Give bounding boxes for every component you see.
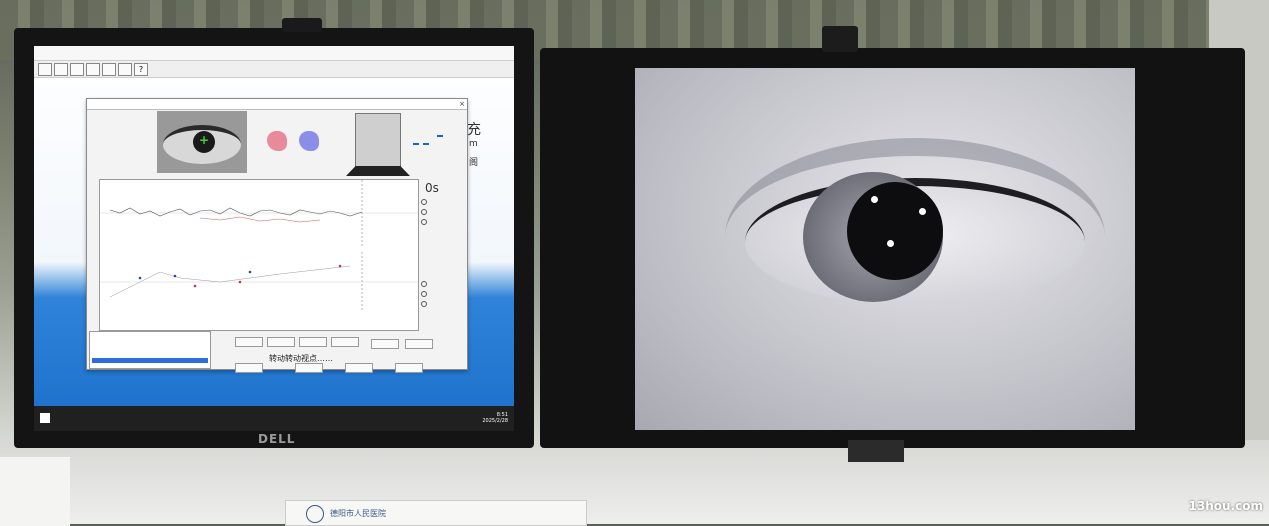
monitor-logo: DELL (258, 432, 296, 446)
reflection-glint (871, 196, 878, 203)
data-point (193, 284, 197, 288)
level-indicators (409, 113, 459, 175)
desk-card-text: 德阳市人民医院 (330, 509, 386, 518)
radio-option[interactable] (421, 209, 429, 215)
ear-left-icon (267, 131, 287, 151)
desk-surface (0, 440, 1269, 524)
reflection-glint (887, 240, 894, 247)
control-button[interactable] (235, 363, 263, 373)
test-dialog: × + 充 m 阁 0s 转动转动视点…… (86, 98, 481, 373)
ear-right-icon (299, 131, 319, 151)
pupil (847, 182, 943, 280)
paper-stack (0, 455, 70, 526)
charts (99, 179, 419, 331)
indicator-bar (413, 143, 419, 145)
radio-option[interactable] (421, 219, 429, 225)
left-monitor: ? × + 充 m 阁 0s 转动转动视点…… 8:51 2025/2/28 D… (14, 18, 534, 448)
control-button[interactable] (405, 339, 433, 349)
control-button[interactable] (345, 363, 373, 373)
selected-row[interactable] (92, 358, 208, 363)
radio-option[interactable] (421, 301, 429, 307)
test-list[interactable] (89, 331, 211, 369)
data-point (138, 276, 142, 280)
control-button[interactable] (299, 337, 327, 347)
reflection-glint (919, 208, 926, 215)
device-base (346, 166, 410, 176)
radio-option[interactable] (421, 281, 429, 287)
dialog-titlebar: × (87, 99, 467, 110)
data-point (238, 280, 242, 284)
side-char: 充 (467, 122, 481, 138)
device-illustration (346, 113, 410, 176)
toolbar-button[interactable] (102, 63, 116, 76)
waveform-line-2 (199, 216, 321, 223)
radio-option[interactable] (421, 199, 429, 205)
toolbar-button[interactable] (38, 63, 52, 76)
trend-line (109, 265, 351, 298)
control-button[interactable] (395, 363, 423, 373)
control-button[interactable] (371, 339, 399, 349)
app-toolbar: ? (34, 61, 514, 78)
right-webcam (822, 26, 858, 52)
control-button[interactable] (331, 337, 359, 347)
side-char-3: 阁 (469, 158, 479, 168)
data-point (173, 274, 177, 278)
eye-camera-preview: + (157, 111, 247, 173)
toolbar-button[interactable] (86, 63, 100, 76)
toolbar-button[interactable] (70, 63, 84, 76)
control-button[interactable] (295, 363, 323, 373)
monitor-stand (848, 440, 904, 462)
windows-taskbar: 8:51 2025/2/28 (34, 406, 514, 431)
data-point (248, 270, 252, 274)
bottom-panel: 转动转动视点…… (89, 331, 465, 373)
control-button[interactable] (235, 337, 263, 347)
timer: 0s (425, 181, 439, 195)
taskbar-clock[interactable]: 8:51 2025/2/28 (482, 412, 508, 424)
crosshair-icon: + (199, 133, 210, 147)
control-button[interactable] (267, 337, 295, 347)
windows-start-icon[interactable] (40, 413, 50, 423)
patient-info (91, 111, 153, 171)
clock-date: 2025/2/28 (482, 418, 508, 424)
left-webcam (282, 18, 322, 32)
scatter-chart (100, 252, 418, 312)
radio-option[interactable] (421, 291, 429, 297)
indicator-bar (423, 143, 429, 145)
left-screen: ? × + 充 m 阁 0s 转动转动视点…… 8:51 2025/2/28 (34, 46, 514, 431)
hospital-seal-icon (306, 505, 324, 523)
instruction-text: 转动转动视点…… (269, 354, 333, 363)
toolbar-button[interactable] (54, 63, 68, 76)
waveform-line (109, 207, 363, 217)
side-char-2: m (469, 139, 478, 149)
toolbar-button[interactable] (118, 63, 132, 76)
help-button[interactable]: ? (134, 63, 148, 76)
data-point (338, 264, 342, 268)
eye-camera-screen (635, 68, 1135, 430)
desk-card: 德阳市人民医院 (285, 500, 587, 526)
watermark-text: 13hou.com (1188, 499, 1263, 513)
close-icon[interactable]: × (459, 100, 465, 108)
indicator-bar (437, 135, 443, 137)
waveform-chart (100, 180, 418, 246)
app-menubar (34, 46, 514, 61)
